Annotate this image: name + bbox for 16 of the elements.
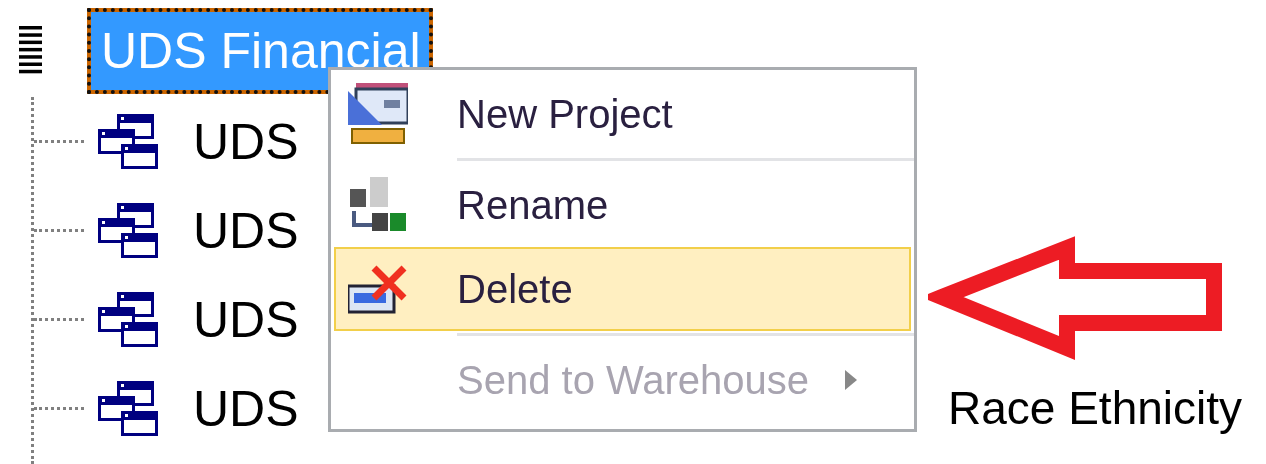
rename-icon xyxy=(348,177,408,233)
list-icon xyxy=(19,26,42,76)
windows-icon xyxy=(98,292,158,347)
tree-item-text: Race Ethnicity xyxy=(948,381,1242,435)
submenu-arrow-icon xyxy=(845,370,858,390)
tree-item[interactable]: UDS xyxy=(193,379,299,438)
tree-item[interactable]: UDS xyxy=(193,201,299,260)
tree-item[interactable]: UDS xyxy=(193,112,299,171)
windows-icon xyxy=(98,381,158,436)
project-icon xyxy=(348,83,408,145)
menu-item[interactable]: Delete xyxy=(334,247,911,331)
tree-item[interactable]: UDS xyxy=(193,290,299,349)
delete-icon xyxy=(348,264,408,314)
menu-item[interactable]: Rename xyxy=(334,163,911,247)
windows-icon xyxy=(98,203,158,258)
windows-icon xyxy=(98,114,158,169)
